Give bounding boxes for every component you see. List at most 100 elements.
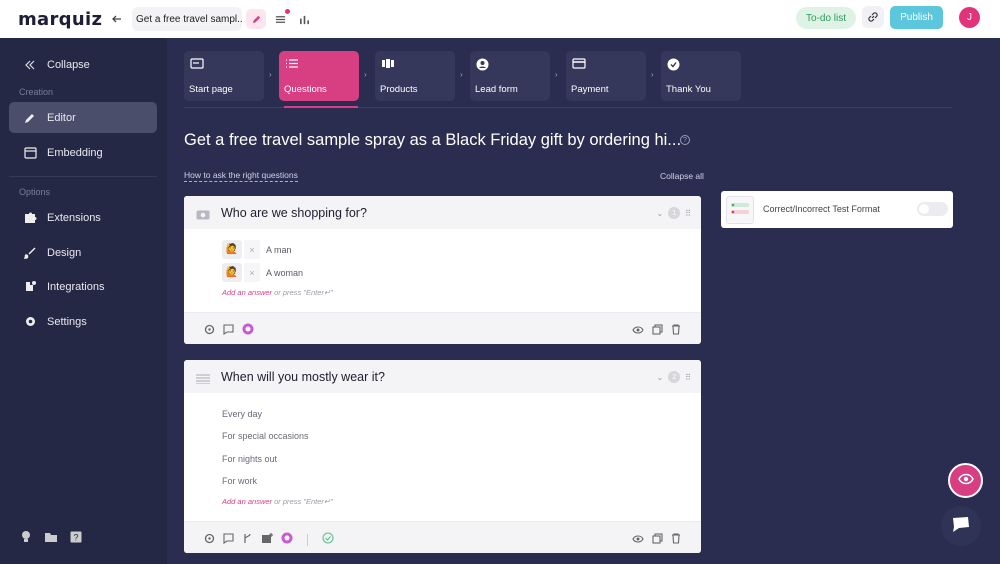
edit-pencil-icon[interactable] bbox=[246, 9, 266, 29]
svg-text:?: ? bbox=[74, 533, 79, 543]
trash-icon[interactable] bbox=[671, 531, 681, 549]
collapse-sidebar-button[interactable]: Collapse bbox=[9, 49, 157, 80]
test-format-label: Correct/Incorrect Test Format bbox=[763, 204, 880, 214]
chevron-right-icon: › bbox=[651, 70, 654, 79]
copy-icon[interactable] bbox=[652, 322, 663, 340]
active-tab-indicator bbox=[284, 106, 358, 108]
comment-icon[interactable] bbox=[223, 531, 234, 549]
question-number: 1 bbox=[668, 207, 681, 219]
answer-text[interactable]: For nights out bbox=[222, 454, 277, 464]
sidebar: Collapse Creation Editor Embedding Optio… bbox=[0, 38, 167, 564]
sidebar-bottom-icons: ? bbox=[20, 530, 82, 548]
notification-dot bbox=[285, 9, 290, 14]
tab-label: Lead form bbox=[475, 84, 518, 95]
section-options: Options bbox=[19, 187, 51, 197]
quiz-title-field[interactable]: Get a free travel sampl... bbox=[132, 7, 242, 31]
start-page-icon bbox=[190, 58, 204, 72]
drag-handle-icon[interactable]: ⠿ bbox=[685, 373, 691, 382]
remove-image-icon[interactable]: × bbox=[244, 240, 260, 259]
branching-icon[interactable] bbox=[242, 531, 253, 549]
comment-icon[interactable] bbox=[223, 322, 234, 340]
question-header[interactable]: Who are we shopping for? ⌄ 1 ⠿ bbox=[184, 196, 701, 229]
sidebar-item-extensions[interactable]: Extensions bbox=[9, 202, 157, 233]
puzzle-icon bbox=[19, 211, 41, 224]
help-icon[interactable]: ? bbox=[70, 530, 82, 548]
add-answer-input[interactable]: Add an answer or press "Enter↵" bbox=[222, 497, 333, 506]
publish-button[interactable]: Publish bbox=[890, 6, 943, 29]
add-answer-hint: or press "Enter↵" bbox=[272, 497, 333, 506]
howto-link[interactable]: How to ask the right questions bbox=[184, 170, 298, 182]
trash-icon[interactable] bbox=[671, 322, 681, 340]
eye-icon bbox=[957, 472, 974, 490]
question-title[interactable]: Who are we shopping for? bbox=[221, 206, 367, 220]
preview-button[interactable] bbox=[948, 463, 983, 498]
brush-icon bbox=[19, 246, 41, 259]
link-icon[interactable] bbox=[862, 6, 884, 28]
question-number: 2 bbox=[668, 371, 681, 383]
add-answer-input[interactable]: Add an answer or press "Enter↵" bbox=[222, 288, 333, 297]
question-title[interactable]: When will you mostly wear it? bbox=[221, 370, 385, 384]
question-footer bbox=[184, 312, 701, 344]
settings-gear-icon[interactable] bbox=[204, 322, 215, 340]
collapse-all-button[interactable]: Collapse all bbox=[660, 171, 704, 181]
tab-products[interactable]: Products bbox=[375, 51, 455, 101]
tab-payment[interactable]: Payment bbox=[566, 51, 646, 101]
question-help-icon[interactable]: ? bbox=[680, 135, 690, 145]
logo: marquiz bbox=[18, 8, 103, 30]
question-card: Who are we shopping for? ⌄ 1 ⠿ 🙋 × A man… bbox=[184, 196, 701, 344]
avatar[interactable]: J bbox=[959, 7, 980, 28]
tab-start-page[interactable]: Start page bbox=[184, 51, 264, 101]
chevron-right-icon: › bbox=[269, 70, 272, 79]
sidebar-item-editor[interactable]: Editor bbox=[9, 102, 157, 133]
folder-icon[interactable] bbox=[44, 530, 58, 548]
answer-text[interactable]: A woman bbox=[266, 268, 303, 278]
answer-text[interactable]: For special occasions bbox=[222, 431, 309, 441]
test-format-panel: Correct/Incorrect Test Format bbox=[721, 191, 953, 228]
add-answer-hint: or press "Enter↵" bbox=[272, 288, 333, 297]
sidebar-item-label: Integrations bbox=[47, 280, 105, 293]
chevron-down-icon[interactable]: ⌄ bbox=[656, 373, 663, 382]
user-circle-icon bbox=[476, 58, 489, 74]
page-title[interactable]: Get a free travel sample spray as a Blac… bbox=[184, 131, 681, 150]
answer-row[interactable]: 🙋 × A man bbox=[222, 240, 292, 259]
todo-list-button[interactable]: To-do list bbox=[796, 7, 856, 29]
badge-check-icon bbox=[667, 58, 680, 74]
check-circle-icon[interactable] bbox=[322, 531, 334, 549]
stats-bar-icon[interactable] bbox=[294, 9, 314, 29]
integrations-icon bbox=[19, 280, 41, 293]
back-arrow-icon[interactable] bbox=[108, 10, 126, 28]
image-add-icon[interactable] bbox=[261, 531, 273, 549]
tab-questions[interactable]: Questions bbox=[279, 51, 359, 101]
settings-gear-icon[interactable] bbox=[204, 531, 215, 549]
sidebar-item-settings[interactable]: Settings bbox=[9, 306, 157, 337]
eye-icon[interactable] bbox=[632, 322, 644, 340]
pencil-icon bbox=[19, 112, 41, 124]
man-emoji-icon: 🙋 bbox=[222, 240, 242, 259]
answer-text[interactable]: Every day bbox=[222, 409, 262, 419]
chat-button[interactable] bbox=[941, 506, 981, 546]
credit-card-icon bbox=[572, 58, 586, 72]
divider bbox=[9, 176, 157, 177]
remove-image-icon[interactable]: × bbox=[244, 263, 260, 282]
lightbulb-icon[interactable] bbox=[20, 530, 32, 548]
sidebar-item-embedding[interactable]: Embedding bbox=[9, 137, 157, 168]
answer-text[interactable]: For work bbox=[222, 476, 257, 486]
question-header[interactable]: When will you mostly wear it? ⌄ 2 ⠿ bbox=[184, 360, 701, 393]
sidebar-item-integrations[interactable]: Integrations bbox=[9, 271, 157, 302]
answer-row[interactable]: 🙋 × A woman bbox=[222, 263, 303, 282]
ai-icon[interactable] bbox=[242, 322, 254, 340]
answer-text[interactable]: A man bbox=[266, 245, 292, 255]
tab-lead-form[interactable]: Lead form bbox=[470, 51, 550, 101]
section-creation: Creation bbox=[19, 87, 54, 97]
eye-icon[interactable] bbox=[632, 531, 644, 549]
drag-handle-icon[interactable]: ⠿ bbox=[685, 209, 691, 218]
sidebar-item-design[interactable]: Design bbox=[9, 237, 157, 268]
tab-thank-you[interactable]: Thank You bbox=[661, 51, 741, 101]
test-format-toggle[interactable] bbox=[917, 202, 948, 216]
chevron-down-icon[interactable]: ⌄ bbox=[656, 209, 663, 218]
ai-icon[interactable] bbox=[281, 531, 293, 549]
list-icon[interactable] bbox=[270, 9, 290, 29]
gear-icon bbox=[19, 315, 41, 328]
copy-icon[interactable] bbox=[652, 531, 663, 549]
top-bar: marquiz Get a free travel sampl... To-do… bbox=[0, 0, 1000, 38]
